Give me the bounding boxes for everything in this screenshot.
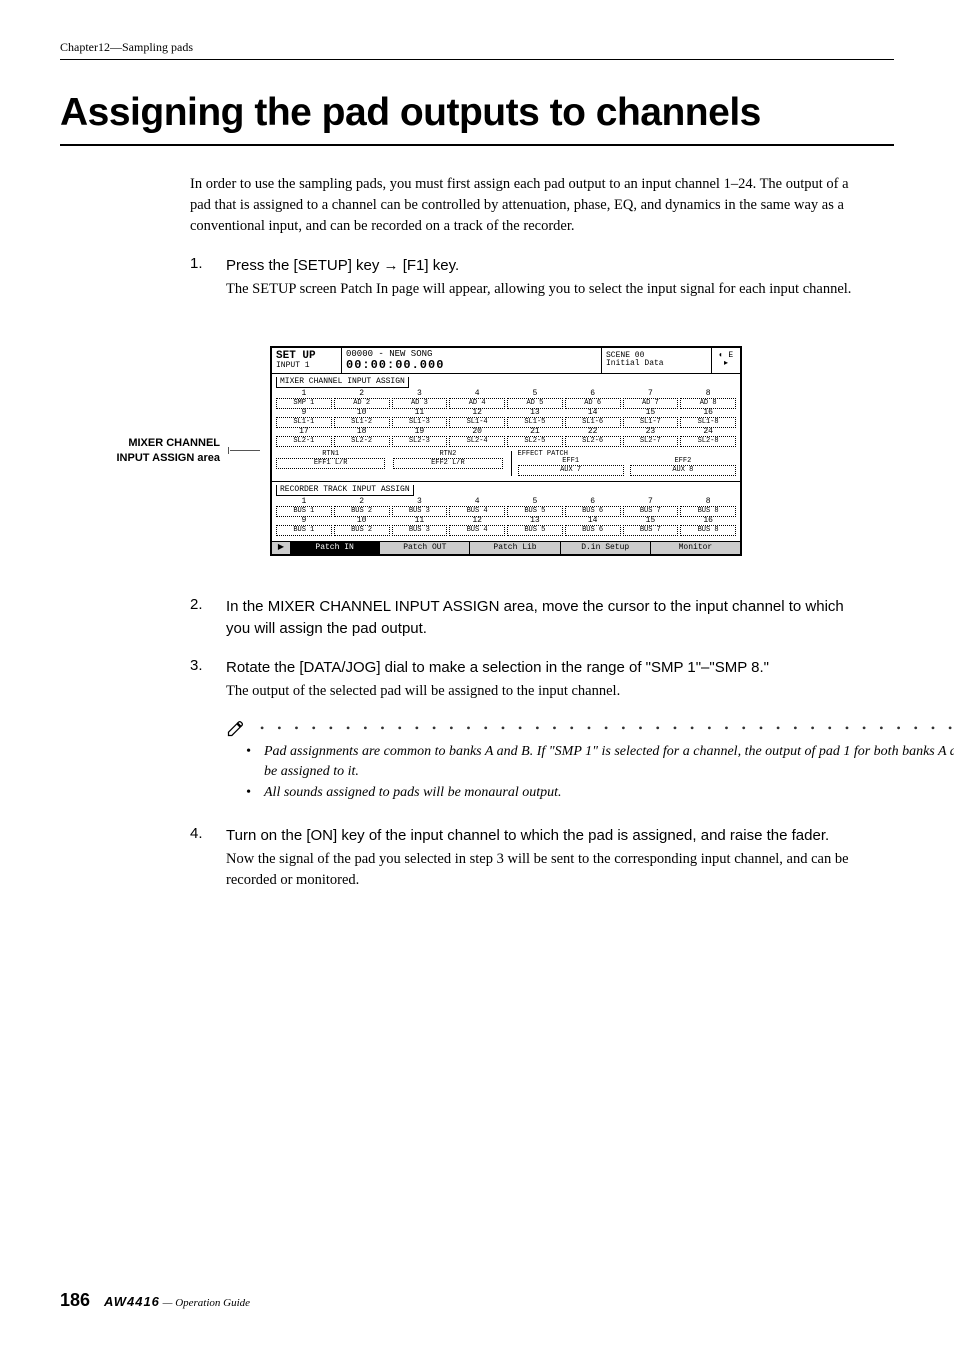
assign-cell: 6BUS 6	[565, 498, 621, 517]
tab-patch-in: Patch IN	[290, 542, 380, 554]
page-header: Chapter12—Sampling pads	[60, 40, 894, 60]
page-title: Assigning the pad outputs to channels	[60, 90, 894, 146]
assign-cell: 11SL1-3	[392, 409, 448, 428]
assign-cell: 21SL2-5	[507, 428, 563, 447]
page-footer: 186 AW4416 — Operation Guide	[60, 1290, 250, 1311]
track-row-1: 1BUS 12BUS 23BUS 34BUS 45BUS 56BUS 67BUS…	[276, 498, 736, 517]
assign-cell: 16BUS 8	[680, 517, 736, 536]
assign-row-1: 1SMP 12AD 23AD 34AD 45AD 56AD 67AD 78AD …	[276, 390, 736, 409]
assign-cell: 10SL1-2	[334, 409, 390, 428]
tab-patch-lib: Patch Lib	[470, 542, 560, 554]
lcd-screen: SET UP INPUT 1 00000 - NEW SONG 00:00:00…	[270, 346, 742, 556]
tab-patch-out: Patch OUT	[380, 542, 470, 554]
assign-cell: 6AD 6	[565, 390, 621, 409]
intro-paragraph: In order to use the sampling pads, you m…	[190, 174, 854, 237]
assign-cell: 8AD 8	[680, 390, 736, 409]
chapter-label: Chapter12—Sampling pads	[60, 40, 193, 54]
assign-cell: 11BUS 3	[392, 517, 448, 536]
figure: MIXER CHANNEL INPUT ASSIGN area SET UP I…	[60, 346, 894, 556]
tab-monitor: Monitor	[651, 542, 740, 554]
tab-din-setup: D.in Setup	[561, 542, 651, 554]
tab-corner-icon: ▶	[272, 542, 290, 554]
assign-cell: 13BUS 5	[507, 517, 563, 536]
assign-cell: 18SL2-2	[334, 428, 390, 447]
assign-cell: 15SL1-7	[623, 409, 679, 428]
assign-cell: 13SL1-5	[507, 409, 563, 428]
footer-suffix: — Operation Guide	[163, 1297, 250, 1309]
figure-label: MIXER CHANNEL INPUT ASSIGN area	[60, 436, 220, 466]
assign-cell: 19SL2-3	[392, 428, 448, 447]
figure-connector-line	[230, 450, 260, 451]
step-number: 2.	[190, 596, 210, 642]
track-row-2: 9BUS 110BUS 211BUS 312BUS 413BUS 514BUS …	[276, 517, 736, 536]
assign-cell: 23SL2-7	[623, 428, 679, 447]
step-3: 3. Rotate the [DATA/JOG] dial to make a …	[190, 657, 854, 821]
assign-cell: 3AD 3	[392, 390, 448, 409]
step-title: Rotate the [DATA/JOG] dial to make a sel…	[226, 657, 954, 679]
assign-cell: 22SL2-6	[565, 428, 621, 447]
assign-row-3: 17SL2-118SL2-219SL2-320SL2-421SL2-522SL2…	[276, 428, 736, 447]
dot-leader: • • • • • • • • • • • • • • • • • • • • …	[260, 721, 954, 736]
assign-cell: 4BUS 4	[449, 498, 505, 517]
assign-cell: 10BUS 2	[334, 517, 390, 536]
assign-cell: 14BUS 6	[565, 517, 621, 536]
assign-cell: 17SL2-1	[276, 428, 332, 447]
assign-cell: 7AD 7	[623, 390, 679, 409]
effect-row: RTN1 EFF1 L/R RTN2 EFF2 L/R EFFECT PATCH…	[276, 451, 736, 476]
assign-cell: 24SL2-8	[680, 428, 736, 447]
step-desc: The SETUP screen Patch In page will appe…	[226, 279, 854, 300]
assign-cell: 12BUS 4	[449, 517, 505, 536]
step-desc: Now the signal of the pad you selected i…	[226, 849, 854, 891]
assign-cell: 1BUS 1	[276, 498, 332, 517]
assign-cell: 16SL1-8	[680, 409, 736, 428]
lcd-mixer-section: MIXER CHANNEL INPUT ASSIGN 1SMP 12AD 23A…	[272, 374, 740, 482]
step-title: In the MIXER CHANNEL INPUT ASSIGN area, …	[226, 596, 854, 640]
assign-cell: 9BUS 1	[276, 517, 332, 536]
lcd-tabs: ▶ Patch IN Patch OUT Patch Lib D.in Setu…	[272, 542, 740, 554]
assign-cell: 2AD 2	[334, 390, 390, 409]
step-number: 1.	[190, 255, 210, 316]
step-1: 1. Press the [SETUP] key → [F1] key. The…	[190, 255, 854, 316]
assign-cell: 2BUS 2	[334, 498, 390, 517]
assign-cell: 7BUS 7	[623, 498, 679, 517]
step-4: 4. Turn on the [ON] key of the input cha…	[190, 825, 854, 907]
page-number: 186	[60, 1290, 90, 1311]
assign-cell: 12SL1-4	[449, 409, 505, 428]
body-content: In order to use the sampling pads, you m…	[190, 174, 854, 316]
note-item: • All sounds assigned to pads will be mo…	[246, 783, 954, 803]
notes-block: • • • • • • • • • • • • • • • • • • • • …	[226, 718, 954, 803]
assign-cell: 15BUS 7	[623, 517, 679, 536]
lcd-top-bar: SET UP INPUT 1 00000 - NEW SONG 00:00:00…	[272, 348, 740, 374]
assign-cell: 14SL1-6	[565, 409, 621, 428]
step-number: 4.	[190, 825, 210, 907]
assign-cell: 1SMP 1	[276, 390, 332, 409]
step-title: Press the [SETUP] key → [F1] key.	[226, 255, 854, 277]
step-desc: The output of the selected pad will be a…	[226, 681, 954, 702]
assign-row-2: 9SL1-110SL1-211SL1-312SL1-413SL1-514SL1-…	[276, 409, 736, 428]
pencil-icon	[226, 718, 246, 738]
assign-cell: 8BUS 8	[680, 498, 736, 517]
assign-cell: 9SL1-1	[276, 409, 332, 428]
lcd-recorder-section: RECORDER TRACK INPUT ASSIGN 1BUS 12BUS 2…	[272, 482, 740, 542]
assign-cell: 4AD 4	[449, 390, 505, 409]
note-item: • Pad assignments are common to banks A …	[246, 742, 954, 783]
assign-cell: 3BUS 3	[392, 498, 448, 517]
step-number: 3.	[190, 657, 210, 821]
assign-cell: 5AD 5	[507, 390, 563, 409]
assign-cell: 5BUS 5	[507, 498, 563, 517]
model-name: AW4416	[104, 1294, 160, 1309]
step-title: Turn on the [ON] key of the input channe…	[226, 825, 854, 847]
assign-cell: 20SL2-4	[449, 428, 505, 447]
step-2: 2. In the MIXER CHANNEL INPUT ASSIGN are…	[190, 596, 854, 642]
